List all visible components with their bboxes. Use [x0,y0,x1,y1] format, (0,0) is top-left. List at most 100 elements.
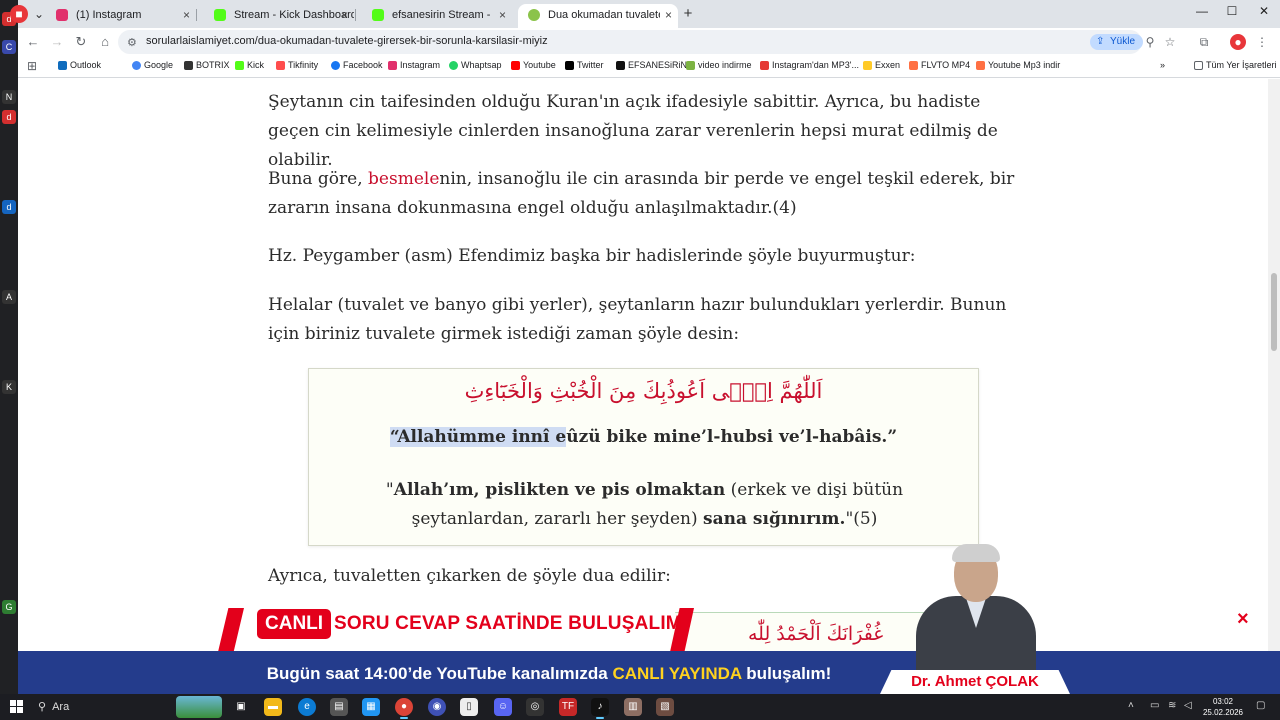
more-bookmarks-icon[interactable]: » [1160,60,1165,70]
app-icon[interactable]: ◎ [526,698,544,716]
scrollbar[interactable] [1268,79,1280,694]
bookmark-item[interactable]: BOTRIX [184,60,230,70]
bookmark-label: Google [144,60,174,70]
discord-icon[interactable]: ☺ [494,698,512,716]
presenter-name: Dr. Ahmet ÇOLAK [880,670,1070,694]
bookmark-item[interactable]: video indirme [686,60,752,70]
dua-box-2: غُفْرَانَكَ اَلْحَمْدُ لِلّٰه [658,612,948,652]
tikfinity-icon [276,61,285,70]
wifi-icon[interactable]: ≋ [1168,700,1176,711]
bookmark-item[interactable]: FLVTO MP4 [909,60,970,70]
tikfinity-app-icon[interactable]: TF [559,698,577,716]
close-icon[interactable]: × [499,4,506,26]
meaning-text: "(5) [845,509,878,529]
site-info-icon[interactable]: ⚙ [127,36,137,49]
upload-button[interactable]: ⇪ Yükle [1090,34,1144,50]
tab-kick-stream[interactable]: efsanesirin Stream - Watch Live × [362,4,512,28]
bookmark-star-icon[interactable]: ☆ [1162,34,1178,50]
tab-label: (1) Instagram [76,9,142,21]
edge-icon[interactable]: e [298,698,316,716]
bookmark-item[interactable]: Tikfinity [276,60,318,70]
clock[interactable]: 03:02 25.02.2026 [1200,696,1246,718]
extensions-icon[interactable]: ⧉ [1196,34,1212,50]
apps-grid-icon[interactable]: ⊞ [24,58,40,74]
chrome-icon[interactable]: ● [395,698,413,719]
paragraph: Hz. Peygamber (asm) Efendimiz başka bir … [268,246,916,266]
banner-close-button[interactable]: × [1237,608,1249,631]
tab-separator [355,9,356,21]
tab-active-article[interactable]: Dua okumadan tuvalete girerse × [518,4,678,28]
tab-strip: ■ ⌄ (1) Instagram × Stream - Kick Dashbo… [10,0,1280,28]
desktop-app-icon[interactable]: K [2,380,16,394]
desktop-app-icon[interactable]: N [2,90,16,104]
paragraph: Helalar (tuvalet ve banyo gibi yerler), … [268,295,1007,344]
home-button[interactable]: ⌂ [96,34,114,52]
paragraph: Buna göre, besmelenin, insanoğlu ile cin… [268,165,1028,223]
desktop-app-icon[interactable]: G [2,600,16,614]
zoom-icon[interactable]: ⚲ [1142,34,1158,50]
bookmark-item[interactable]: Outlook [58,60,101,70]
bookmark-item[interactable]: Instagram'dan MP3'... [760,60,859,70]
windows-start-icon[interactable] [10,700,23,713]
desktop-app-icon[interactable]: A [2,290,16,304]
window-close-button[interactable]: ✕ [1250,4,1278,22]
desktop-app-icon[interactable]: d [2,200,16,214]
back-button[interactable]: ← [24,34,42,52]
file-explorer-icon[interactable]: ▬ [264,698,282,716]
bookmark-item[interactable]: Exxen [863,60,900,70]
bookmark-item[interactable]: Instagram [388,60,440,70]
bookmark-item[interactable]: Google [132,60,173,70]
app-icon[interactable]: ▦ [362,698,380,716]
close-icon[interactable]: × [341,4,348,26]
paragraph: Ayrıca, tuvaletten çıkarken de şöyle dua… [268,566,671,586]
all-bookmarks-folder[interactable]: Tüm Yer İşaretleri [1194,60,1277,70]
maximize-button[interactable]: ☐ [1218,4,1246,22]
app-icon[interactable]: ◉ [428,698,446,716]
tray-chevron-icon[interactable]: ˄ [1128,700,1134,711]
close-icon[interactable]: × [665,4,672,26]
minimize-button[interactable]: — [1188,4,1216,22]
scrollbar-thumb[interactable] [1271,273,1277,351]
forward-button[interactable]: → [48,34,66,52]
upload-label: Yükle [1110,36,1136,47]
volume-icon[interactable]: ◁ [1184,700,1192,711]
profile-icon[interactable]: ■ [10,5,28,23]
new-tab-button[interactable]: + [679,5,697,23]
tab-kick-dashboard[interactable]: Stream - Kick Dashboard × [204,4,354,28]
taskbar: ⚲ Ara ▣ ▬ e ▤ ▦ ● ◉ ▯ ☺ ◎ TF ♪ ▥ ▧ ˄ ▭ ≋ … [0,694,1280,720]
app-icon[interactable]: ▤ [330,698,348,716]
bookmark-item[interactable]: Facebook [331,60,383,70]
twitter-icon [565,61,574,70]
close-icon[interactable]: × [183,4,190,26]
url-text[interactable]: sorularlaislamiyet.com/dua-okumadan-tuva… [146,35,548,47]
whatsapp-icon [449,61,458,70]
bookmark-item[interactable]: Twitter [565,60,604,70]
taskbar-search[interactable]: ⚲ Ara [38,700,69,713]
task-view-icon[interactable]: ▣ [232,698,250,716]
bookmark-item[interactable]: Youtube [511,60,556,70]
address-bar[interactable]: ⚙ sorularlaislamiyet.com/dua-okumadan-tu… [118,30,1142,54]
menu-icon[interactable]: ⋮ [1254,34,1270,50]
tab-instagram[interactable]: (1) Instagram × [46,4,196,28]
reload-button[interactable]: ↻ [72,34,90,52]
bookmark-item[interactable]: Youtube Mp3 indir [976,60,1060,70]
profile-avatar-icon[interactable]: ● [1230,34,1246,50]
app-icon[interactable]: ▥ [624,698,642,716]
bookmark-item[interactable]: EFSANESiRiN [616,60,687,70]
notification-icon[interactable]: ▢ [1256,700,1265,711]
notepad-icon[interactable]: ▯ [460,698,478,716]
tab-separator [196,9,197,21]
desktop-app-icon[interactable]: C [2,40,16,54]
widgets-icon[interactable] [176,696,222,718]
download-icon [686,61,695,70]
bookmark-item[interactable]: Whaptsap [449,60,502,70]
bookmark-label: Instagram'dan MP3'... [772,60,859,70]
bookmarks-bar: ⊞ Outlook Google BOTRIX Kick Tikfinity F… [18,56,1280,78]
network-icon[interactable]: ▭ [1150,700,1159,711]
app-icon[interactable]: ▧ [656,698,674,716]
desktop-app-icon[interactable]: d [2,110,16,124]
bookmark-item[interactable]: Kick [235,60,264,70]
besmele-link[interactable]: besmele [368,169,439,189]
tiktok-app-icon[interactable]: ♪ [591,698,609,719]
dua-transliteration[interactable]: “Allahümme innî eûzü bike mine’l-hubsi v… [309,427,978,447]
